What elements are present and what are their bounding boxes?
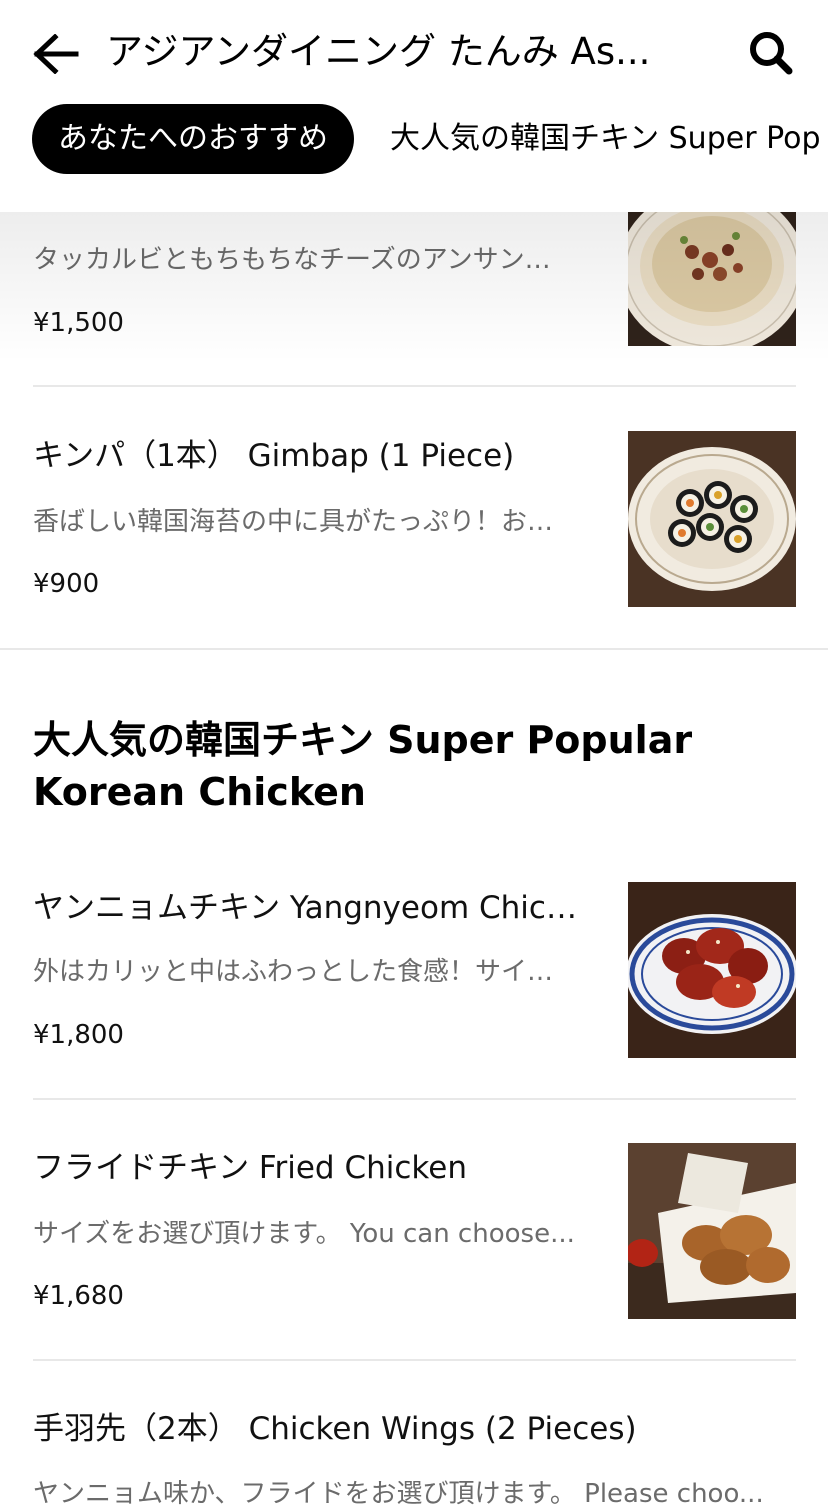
item-description: 外はカリッと中はふわっとした食感！サイ…	[33, 957, 554, 987]
item-photo	[628, 1143, 796, 1319]
item-price: ¥1,680	[33, 1281, 124, 1311]
tab-korean-chicken[interactable]: 大人気の韓国チキン Super Pop	[390, 104, 820, 174]
back-button[interactable]	[28, 26, 84, 82]
menu-item[interactable]: 手羽先（2本） Chicken Wings (2 Pieces) ヤンニョム味か…	[0, 1404, 828, 1506]
menu-item[interactable]: ヤンニョムチキン Yangnyeom Chick... 外はカリッと中はふわっと…	[0, 882, 828, 1098]
section-divider	[0, 648, 828, 650]
item-name: フライドチキン Fried Chicken	[33, 1150, 467, 1186]
item-divider	[33, 1359, 796, 1361]
header: アジアンダイニング たんみ As... あなたへのおすすめ 大人気の韓国チキン …	[0, 0, 828, 212]
item-photo	[628, 431, 796, 607]
item-name: 手羽先（2本） Chicken Wings (2 Pieces)	[33, 1411, 637, 1447]
item-name: キンパ（1本） Gimbap (1 Piece)	[33, 438, 515, 474]
item-price: ¥1,500	[33, 308, 124, 338]
arrow-left-icon	[33, 34, 79, 74]
item-description: 香ばしい韓国海苔の中に具がたっぷり！お…	[33, 507, 554, 537]
item-price: ¥900	[33, 569, 100, 599]
category-tabs: あなたへのおすすめ 大人気の韓国チキン Super Pop	[0, 104, 828, 174]
item-description: サイズをお選び頂けます。 You can choose...	[33, 1219, 575, 1249]
item-photo	[628, 882, 796, 1058]
store-menu-screen: アジアンダイニング たんみ As... あなたへのおすすめ 大人気の韓国チキン …	[0, 0, 828, 1506]
item-description: タッカルビともちもちなチーズのアンサン…	[33, 245, 551, 275]
search-icon	[750, 32, 793, 75]
item-description: ヤンニョム味か、フライドをお選び頂けます。 Please choo...	[33, 1479, 764, 1506]
menu-item[interactable]: フライドチキン Fried Chicken サイズをお選び頂けます。 You c…	[0, 1143, 828, 1359]
section-title: 大人気の韓国チキン Super Popular Korean Chicken	[33, 718, 693, 814]
item-price: ¥1,800	[33, 1020, 124, 1050]
item-photo	[628, 210, 796, 346]
tab-recommended[interactable]: あなたへのおすすめ	[32, 104, 354, 174]
menu-item[interactable]: キンパ（1本） Gimbap (1 Piece) 香ばしい韓国海苔の中に具がたっ…	[0, 387, 828, 647]
search-button[interactable]	[742, 24, 800, 82]
item-name: ヤンニョムチキン Yangnyeom Chick...	[33, 890, 593, 926]
store-title: アジアンダイニング たんみ As...	[106, 30, 651, 73]
item-divider	[33, 1098, 796, 1100]
